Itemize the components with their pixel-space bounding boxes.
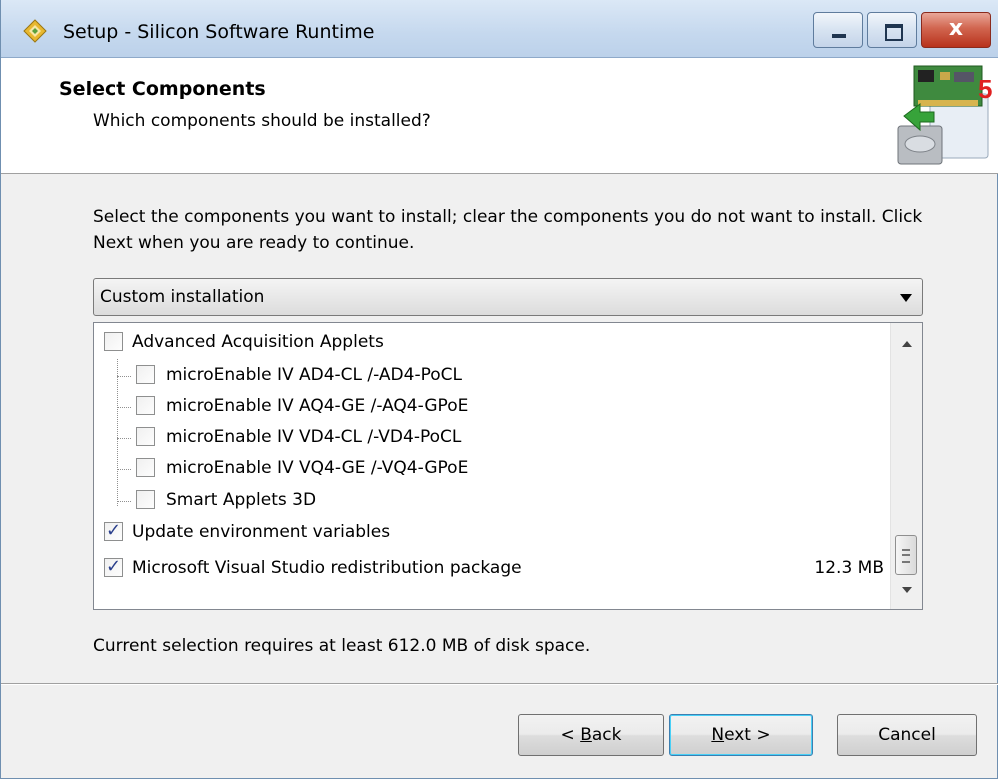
component-label: Advanced Acquisition Applets [132,332,384,352]
wizard-installer-image: 5 [897,65,992,165]
disk-space-text: Current selection requires at least 612.… [93,636,591,656]
component-label: Update environment variables [132,522,391,542]
minimize-button[interactable] [813,12,863,48]
components-list[interactable]: Advanced Acquisition Applets microEnable… [93,322,923,610]
component-checkbox[interactable] [136,458,155,477]
list-item[interactable]: Update environment variables [94,517,894,547]
page-title: Select Components [59,78,266,100]
list-item[interactable]: microEnable IV AD4-CL /-AD4-PoCL [94,360,894,390]
component-checkbox[interactable] [136,396,155,415]
component-checkbox[interactable] [136,427,155,446]
back-button[interactable]: < Back [518,714,664,756]
list-item[interactable]: microEnable IV VD4-CL /-VD4-PoCL [94,422,894,452]
button-area-divider [1,683,998,685]
setup-app-icon [23,19,47,43]
list-item[interactable]: Microsoft Visual Studio redistribution p… [94,553,894,583]
component-checkbox[interactable] [104,520,123,541]
window-title: Setup - Silicon Software Runtime [63,21,375,43]
component-checkbox[interactable] [104,332,123,351]
install-type-dropdown[interactable]: Custom installation [93,278,923,316]
component-label: microEnable IV VQ4-GE /-VQ4-GPoE [166,458,469,478]
scrollbar-thumb[interactable] [895,535,917,575]
list-scrollbar[interactable] [890,323,922,609]
component-checkbox[interactable] [136,365,155,384]
close-icon: x [948,16,964,41]
component-label: Microsoft Visual Studio redistribution p… [132,558,522,578]
component-label: microEnable IV VD4-CL /-VD4-PoCL [166,427,462,447]
component-label: microEnable IV AQ4-GE /-AQ4-GPoE [166,396,469,416]
install-type-value: Custom installation [100,287,265,307]
component-checkbox[interactable] [104,556,123,577]
list-item[interactable]: microEnable IV AQ4-GE /-AQ4-GPoE [94,391,894,421]
page-subtitle: Which components should be installed? [93,111,431,131]
setup-window: Setup - Silicon Software Runtime x Selec… [0,0,998,779]
scroll-down-icon[interactable] [902,587,912,593]
next-button[interactable]: Next > [669,714,813,756]
list-item[interactable]: microEnable IV VQ4-GE /-VQ4-GPoE [94,453,894,483]
list-item[interactable]: Smart Applets 3D [94,485,894,515]
component-label: Smart Applets 3D [166,490,317,510]
title-bar[interactable]: Setup - Silicon Software Runtime x [1,0,998,58]
component-size: 12.3 MB [814,558,884,578]
svg-text:5: 5 [978,74,992,104]
chevron-down-icon[interactable] [900,294,912,302]
maximize-button[interactable] [867,12,917,48]
wizard-header: Select Components Which components shoul… [1,58,998,174]
component-checkbox[interactable] [136,490,155,509]
intro-text: Select the components you want to instal… [93,207,923,253]
component-label: microEnable IV AD4-CL /-AD4-PoCL [166,365,462,385]
scroll-up-icon[interactable] [902,341,912,347]
close-button[interactable]: x [921,12,991,48]
cancel-button[interactable]: Cancel [837,714,977,756]
list-item[interactable]: Advanced Acquisition Applets [94,327,894,357]
